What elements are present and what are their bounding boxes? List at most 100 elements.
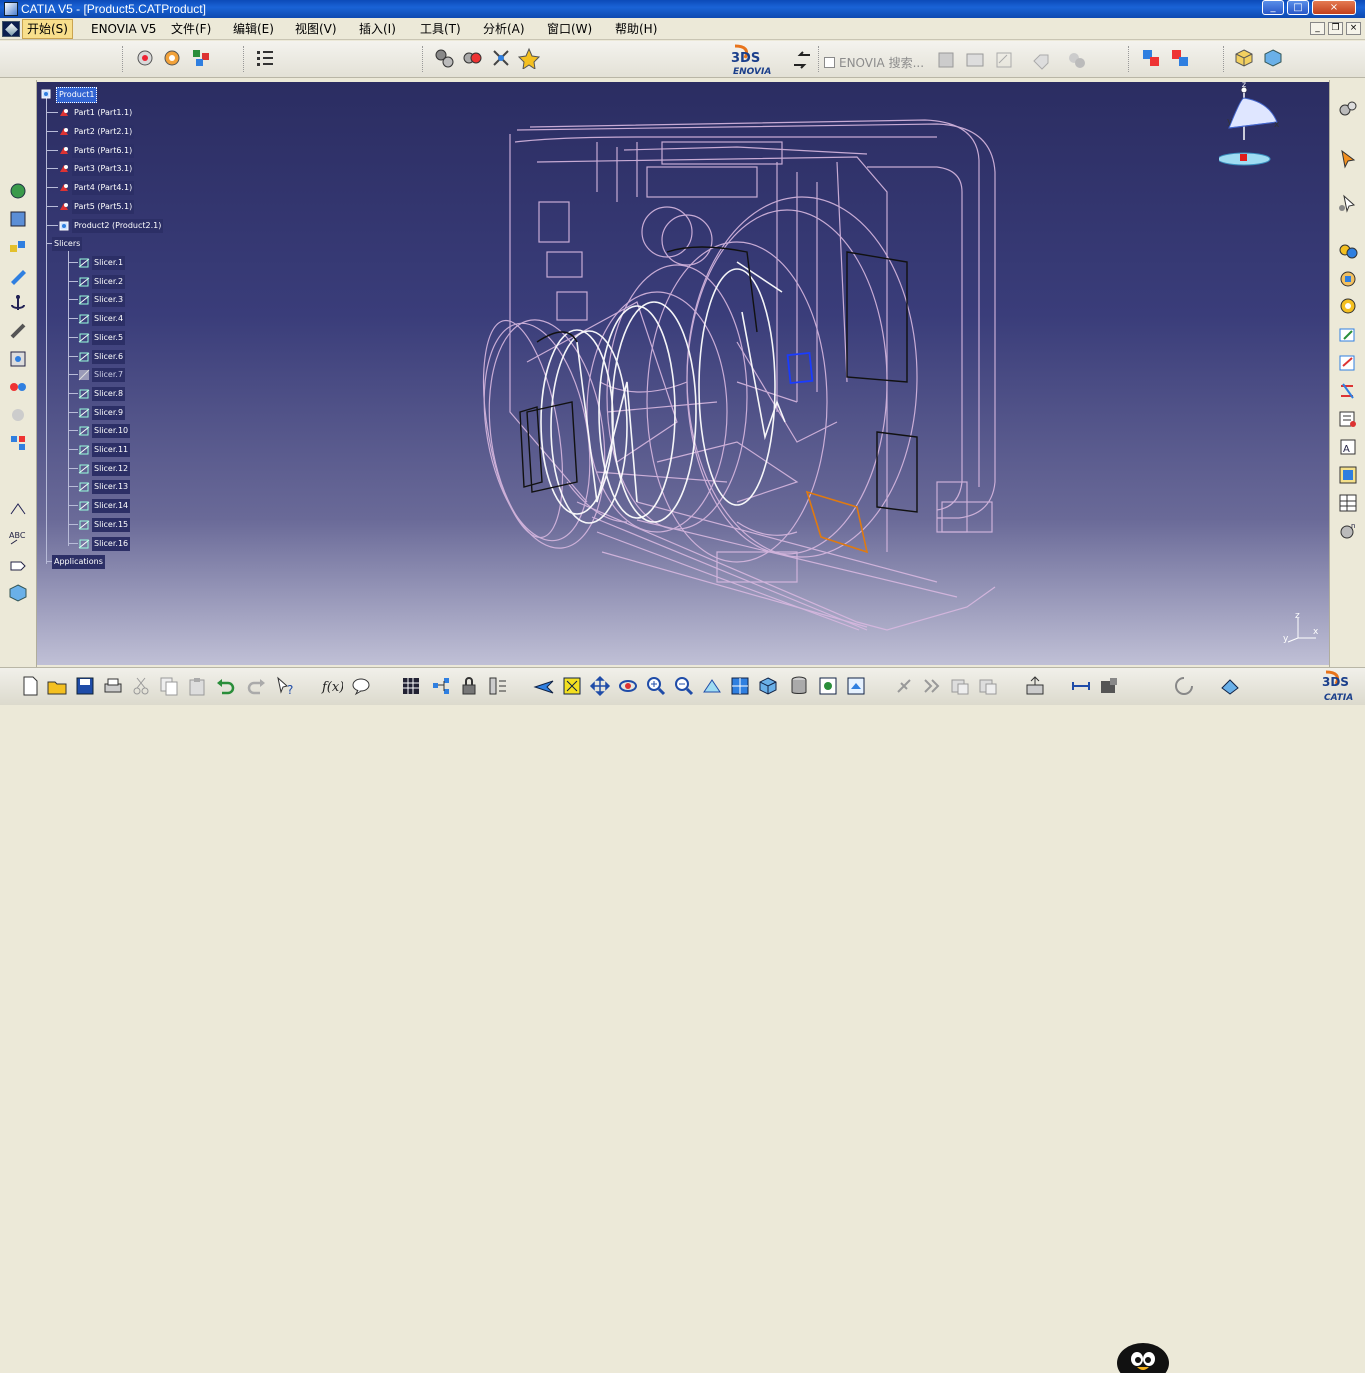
select-mode-icon[interactable] <box>1337 193 1359 215</box>
slicer-icon <box>78 258 90 268</box>
manipulation-icon[interactable] <box>518 47 540 69</box>
new-product-icon[interactable] <box>7 236 29 258</box>
move-component-icon[interactable] <box>433 47 455 69</box>
compass-x-label: x <box>1274 120 1280 130</box>
new-part-icon[interactable] <box>7 264 29 286</box>
toolbar-grip <box>818 46 820 72</box>
compass-widget[interactable]: z y x <box>1219 82 1289 172</box>
gears-n-icon[interactable]: n <box>1337 520 1359 542</box>
menu-help[interactable]: 帮助(H) <box>611 18 661 40</box>
maximize-button[interactable]: □ <box>1287 0 1309 15</box>
menu-start[interactable]: 开始(S) <box>22 19 73 39</box>
swap-visible-icon[interactable] <box>845 675 867 697</box>
menu-enovia[interactable]: ENOVIA V5 <box>87 18 160 40</box>
scene-icon[interactable] <box>190 47 212 69</box>
text-annotation-icon[interactable]: ABC <box>7 526 29 548</box>
sectioning-icon[interactable] <box>1337 295 1359 317</box>
menu-analyze[interactable]: 分析(A) <box>479 18 529 40</box>
clash-icon[interactable] <box>1337 240 1359 262</box>
knowledge-icon[interactable] <box>350 675 372 697</box>
print-icon[interactable] <box>102 675 124 697</box>
iso-view-icon[interactable] <box>757 675 779 697</box>
slicer-icon <box>78 445 90 455</box>
undo-icon[interactable] <box>214 675 236 697</box>
measure-between-icon[interactable] <box>1070 675 1092 697</box>
formula-icon[interactable]: f(x) <box>321 675 343 697</box>
new-component-icon[interactable] <box>7 208 29 230</box>
bom-icon[interactable] <box>1337 464 1359 486</box>
shading-icon[interactable] <box>788 675 810 697</box>
generative-view-icon[interactable] <box>1140 47 1162 69</box>
cut-icon[interactable] <box>130 675 152 697</box>
enovia-search[interactable]: ENOVIA 搜索... <box>824 54 924 71</box>
multi-view-icon[interactable] <box>729 675 751 697</box>
annotation-icon[interactable] <box>1337 352 1359 374</box>
save-icon[interactable] <box>74 675 96 697</box>
product-structure-icon[interactable] <box>134 47 156 69</box>
dimension-icon[interactable] <box>7 498 29 520</box>
menu-view[interactable]: 视图(V) <box>291 18 341 40</box>
list-icon[interactable] <box>1337 408 1359 430</box>
anchor-icon[interactable] <box>7 292 29 314</box>
flag-note-icon[interactable] <box>7 554 29 576</box>
rotate-icon[interactable] <box>617 675 639 697</box>
open-folder-icon[interactable] <box>46 675 68 697</box>
measure-item-icon[interactable] <box>1098 675 1120 697</box>
paste-icon[interactable] <box>186 675 208 697</box>
enovia-search-checkbox[interactable] <box>824 57 835 68</box>
update-icon[interactable] <box>1024 675 1046 697</box>
swirl-icon[interactable] <box>1173 675 1195 697</box>
component-icon[interactable] <box>1262 47 1284 69</box>
hide-show-icon[interactable] <box>817 675 839 697</box>
fix-icon[interactable] <box>7 320 29 342</box>
menu-file[interactable]: 文件(F) <box>167 18 215 40</box>
explode-icon[interactable] <box>490 47 512 69</box>
fit-all-icon[interactable] <box>561 675 583 697</box>
menu-edit[interactable]: 编辑(E) <box>229 18 278 40</box>
pan-icon[interactable] <box>589 675 611 697</box>
new-file-icon[interactable] <box>19 675 41 697</box>
menu-insert[interactable]: 插入(I) <box>355 18 400 40</box>
graph-tree-icon[interactable] <box>430 675 452 697</box>
enovia-send-icon[interactable] <box>791 49 813 71</box>
grid-table-icon[interactable] <box>400 675 422 697</box>
redo-icon[interactable] <box>246 675 268 697</box>
copy-icon[interactable] <box>158 675 180 697</box>
zoom-in-icon[interactable] <box>645 675 667 697</box>
assembly-constraint-icon[interactable] <box>1169 47 1191 69</box>
coincidence-icon[interactable] <box>7 348 29 370</box>
zoom-out-icon[interactable] <box>673 675 695 697</box>
mdi-close-button[interactable]: × <box>1346 22 1361 35</box>
toolbar-grip <box>122 46 124 72</box>
angle-icon[interactable] <box>7 432 29 454</box>
gears-icon[interactable] <box>1337 98 1359 120</box>
text-annotation-icon[interactable]: A <box>1337 436 1359 458</box>
menu-window[interactable]: 窗口(W) <box>543 18 596 40</box>
measure-icon[interactable] <box>1337 324 1359 346</box>
offset-icon[interactable] <box>7 404 29 426</box>
assembly-icon[interactable] <box>7 180 29 202</box>
capture-icon[interactable] <box>7 582 29 604</box>
layer-icon[interactable] <box>1219 675 1241 697</box>
snap-icon[interactable] <box>461 47 483 69</box>
hierarchy-icon[interactable] <box>487 675 509 697</box>
lock-icon[interactable] <box>458 675 480 697</box>
menu-tools[interactable]: 工具(T) <box>416 18 465 40</box>
contact-icon[interactable] <box>7 376 29 398</box>
3d-viewport[interactable]: Product1 Part1 (Part1.1) Part2 (Part2.1)… <box>37 82 1329 665</box>
mdi-minimize-button[interactable]: _ <box>1310 22 1325 35</box>
tree-expand-icon[interactable] <box>254 47 276 69</box>
swap-icon[interactable] <box>1337 380 1359 402</box>
mdi-restore-button[interactable]: ❐ <box>1328 22 1343 35</box>
table-icon[interactable] <box>1337 492 1359 514</box>
normal-view-icon[interactable] <box>701 675 723 697</box>
select-arrow-icon[interactable] <box>1337 148 1359 170</box>
distance-icon[interactable] <box>1337 268 1359 290</box>
close-button[interactable]: × <box>1312 0 1356 15</box>
whats-this-icon[interactable]: ? <box>275 675 297 697</box>
part-cube-icon[interactable] <box>1233 47 1255 69</box>
catalog-icon[interactable] <box>161 47 183 69</box>
fly-mode-icon[interactable] <box>533 675 555 697</box>
compass-y-label: y <box>1227 117 1233 127</box>
minimize-button[interactable]: _ <box>1262 0 1284 15</box>
